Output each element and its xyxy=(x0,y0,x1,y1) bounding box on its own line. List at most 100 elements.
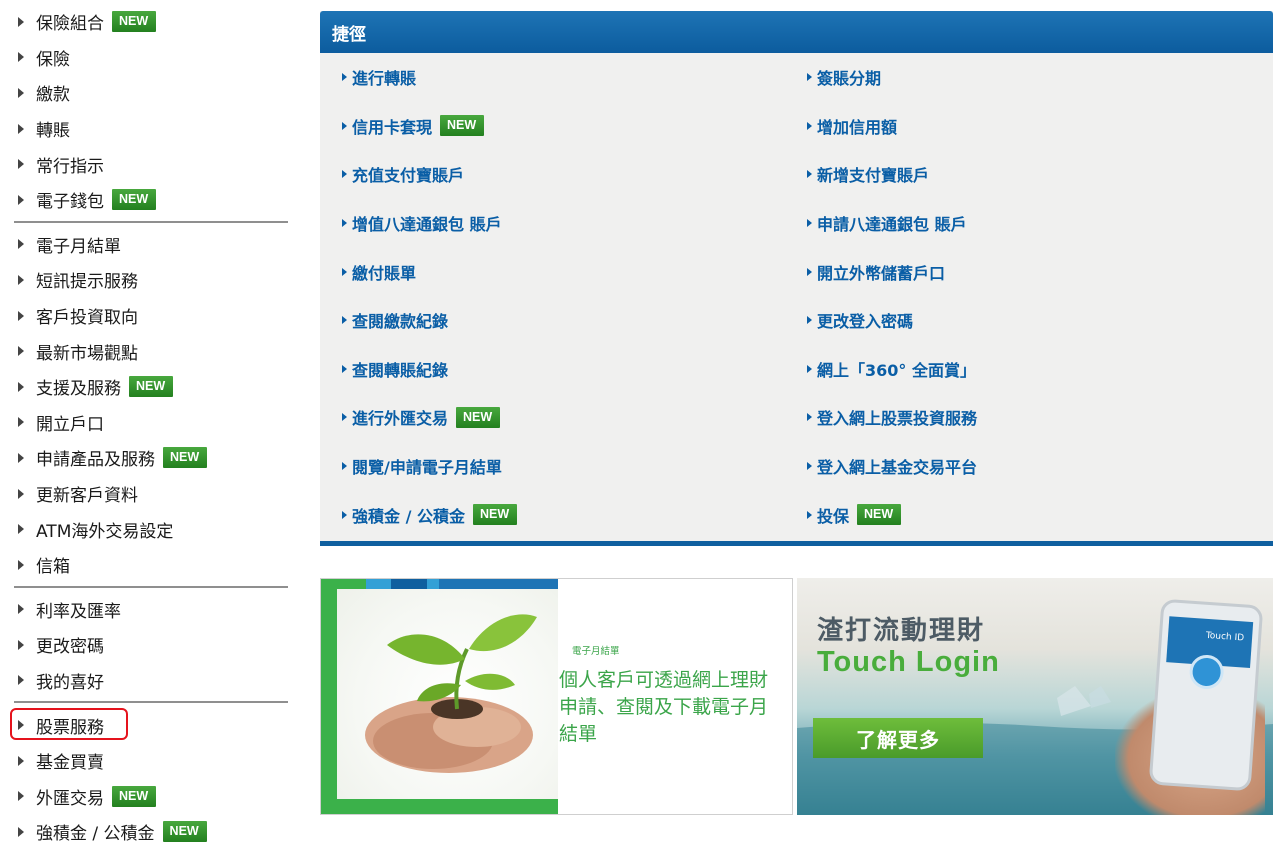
shortcut-link[interactable]: 信用卡套現 NEW xyxy=(320,102,807,151)
sidebar-item-label: 信箱 xyxy=(36,557,70,578)
sidebar-item-label: 開立戶口 xyxy=(36,414,104,435)
sidebar-item-label: 更新客戶資料 xyxy=(36,486,138,507)
triangle-right-icon xyxy=(342,170,347,179)
shortcut-link[interactable]: 簽賬分期 xyxy=(807,53,1273,102)
shortcut-link[interactable]: 網上「360° 全面賞」 xyxy=(807,345,1273,394)
shortcut-label: 開立外幣儲蓄戶口 xyxy=(817,263,946,283)
sidebar-item[interactable]: 信箱 xyxy=(14,547,290,583)
shortcut-link[interactable]: 閱覽/申請電子月結單 xyxy=(320,442,807,491)
sidebar-item[interactable]: 申請產品及服務 NEW xyxy=(14,440,290,476)
shortcut-label: 網上「360° 全面賞」 xyxy=(817,360,976,380)
sidebar-item-label: 轉賬 xyxy=(36,121,70,142)
sidebar-item[interactable]: 轉賬 xyxy=(14,111,290,147)
estatement-banner[interactable]: 電子月結單 個人客戶可透過網上理財申請、查閱及下載電子月結單 xyxy=(320,578,793,815)
shortcut-link[interactable]: 繳付賬單 xyxy=(320,247,807,296)
new-badge: NEW xyxy=(112,785,157,807)
triangle-right-icon xyxy=(18,604,24,615)
touch-login-banner[interactable]: 渣打流動理財 Touch Login 了解更多 Touch ID xyxy=(797,578,1273,815)
sidebar-item-label: 我的喜好 xyxy=(36,672,104,693)
sidebar-item-label: 支援及服務 xyxy=(36,379,121,400)
sidebar-item[interactable]: 股票服務 xyxy=(10,707,290,743)
sidebar-item[interactable]: 最新市場觀點 xyxy=(14,333,290,369)
sidebar-item-label: 電子月結單 xyxy=(36,236,121,257)
shortcut-link[interactable]: 強積金 / 公積金 NEW xyxy=(320,490,807,539)
sidebar-item-label: 繳款 xyxy=(36,85,70,106)
new-badge: NEW xyxy=(112,11,157,33)
triangle-right-icon xyxy=(18,346,24,357)
shortcut-link[interactable]: 增值八達通銀包 賬戶 xyxy=(320,199,807,248)
learn-more-button[interactable]: 了解更多 xyxy=(813,718,983,758)
sidebar-item[interactable]: 支援及服務 NEW xyxy=(14,369,290,405)
sidebar-item[interactable]: 外匯交易 NEW xyxy=(14,778,290,814)
shortcut-label: 增加信用額 xyxy=(817,117,898,137)
shortcut-label: 申請八達通銀包 賬戶 xyxy=(817,215,967,235)
shortcut-link[interactable]: 申請八達通銀包 賬戶 xyxy=(807,199,1273,248)
triangle-right-icon xyxy=(342,121,347,130)
shortcut-link[interactable]: 投保 NEW xyxy=(807,490,1273,539)
shortcut-link[interactable]: 進行轉賬 xyxy=(320,53,807,102)
new-badge: NEW xyxy=(162,821,207,843)
sidebar-item[interactable]: 更新客戶資料 xyxy=(14,476,290,512)
sidebar-item[interactable]: 繳款 xyxy=(14,75,290,111)
shortcut-label: 投保 xyxy=(817,506,850,526)
sidebar-item-label: 更改密碼 xyxy=(36,637,104,658)
shortcut-link[interactable]: 進行外匯交易 NEW xyxy=(320,393,807,442)
shortcut-link[interactable]: 查閱繳款紀錄 xyxy=(320,296,807,345)
triangle-right-icon xyxy=(18,310,24,321)
sidebar-item[interactable]: 客戶投資取向 xyxy=(14,298,290,334)
triangle-right-icon xyxy=(18,16,24,27)
sidebar-divider xyxy=(14,220,288,223)
estatement-small-label: 電子月結單 xyxy=(572,646,620,657)
shortcut-label: 新增支付寶賬戶 xyxy=(817,166,930,186)
shortcut-link[interactable]: 充值支付寶賬戶 xyxy=(320,150,807,199)
sidebar-item[interactable]: 保險組合 NEW xyxy=(14,4,290,40)
sidebar-item[interactable]: 利率及匯率 xyxy=(14,592,290,628)
sidebar-item-label: 基金買賣 xyxy=(36,753,104,774)
new-badge: NEW xyxy=(473,504,518,526)
triangle-right-icon xyxy=(18,123,24,134)
triangle-right-icon xyxy=(807,316,812,325)
shortcuts-grid: 進行轉賬 簽賬分期 信用卡套現 NEW 增加信用額 充值支付寶賬戶 新增支付寶賬戶 增值八達通… xyxy=(320,53,1273,539)
triangle-right-icon xyxy=(18,524,24,535)
triangle-right-icon xyxy=(807,413,812,422)
shortcut-link[interactable]: 新增支付寶賬戶 xyxy=(807,150,1273,199)
shortcuts-panel: 捷徑 進行轉賬 簽賬分期 信用卡套現 NEW 增加信用額 充值支付寶賬戶 新增支付寶賬戶 增值… xyxy=(320,11,1273,546)
sidebar-item[interactable]: 電子月結單 xyxy=(14,227,290,263)
sidebar-item[interactable]: 常行指示 xyxy=(14,146,290,182)
sidebar-item-label: 最新市場觀點 xyxy=(36,343,138,364)
sidebar-item-label: 股票服務 xyxy=(36,717,104,738)
triangle-right-icon xyxy=(342,316,347,325)
shortcut-link[interactable]: 更改登入密碼 xyxy=(807,296,1273,345)
sidebar-item[interactable]: 基金買賣 xyxy=(14,743,290,779)
triangle-right-icon xyxy=(18,159,24,170)
triangle-right-icon xyxy=(18,452,24,463)
shortcut-link[interactable]: 查閱轉賬紀錄 xyxy=(320,345,807,394)
sidebar-item[interactable]: 保險 xyxy=(14,40,290,76)
shortcut-link[interactable]: 增加信用額 xyxy=(807,102,1273,151)
shortcut-link[interactable]: 登入網上股票投資服務 xyxy=(807,393,1273,442)
shortcut-label: 登入網上基金交易平台 xyxy=(817,458,978,478)
sidebar-item[interactable]: 更改密碼 xyxy=(14,627,290,663)
shortcuts-title: 捷徑 xyxy=(320,11,1273,53)
sidebar-item[interactable]: ATM海外交易設定 xyxy=(14,511,290,547)
triangle-right-icon xyxy=(18,194,24,205)
sidebar-item[interactable]: 我的喜好 xyxy=(14,663,290,699)
sidebar-item[interactable]: 短訊提示服務 xyxy=(14,262,290,298)
sidebar-item[interactable]: 開立戶口 xyxy=(14,405,290,441)
sidebar-item[interactable]: 電子錢包 NEW xyxy=(14,182,290,218)
sidebar-nav: 保險組合 NEW 保險繳款轉賬常行指示 電子錢包 NEW 電子月結單短訊提示服務客戶投資取… xyxy=(10,4,290,850)
triangle-right-icon xyxy=(807,219,812,228)
shortcut-label: 簽賬分期 xyxy=(817,69,882,89)
shortcut-link[interactable]: 開立外幣儲蓄戶口 xyxy=(807,247,1273,296)
triangle-right-icon xyxy=(18,559,24,570)
triangle-right-icon xyxy=(342,364,347,373)
shortcut-label: 強積金 / 公積金 xyxy=(352,506,465,526)
triangle-right-icon xyxy=(342,413,347,422)
shortcut-label: 繳付賬單 xyxy=(352,263,417,283)
sidebar-item[interactable]: 強積金 / 公積金 NEW xyxy=(14,814,290,850)
triangle-right-icon xyxy=(18,274,24,285)
triangle-right-icon xyxy=(807,121,812,130)
shortcut-link[interactable]: 登入網上基金交易平台 xyxy=(807,442,1273,491)
sidebar-item-label: 客戶投資取向 xyxy=(36,308,138,329)
phone-image: Touch ID xyxy=(1148,598,1264,792)
